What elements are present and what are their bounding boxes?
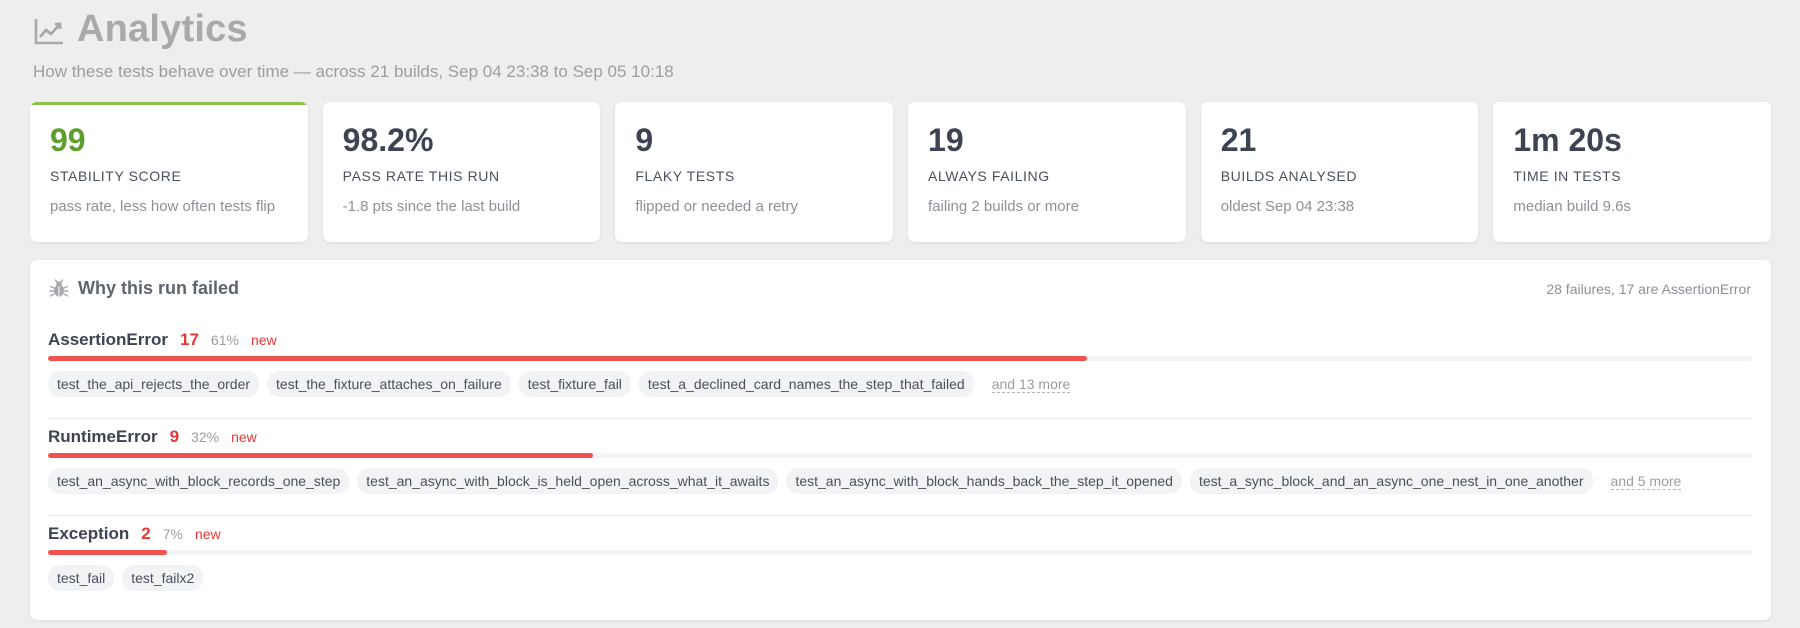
stat-card-builds-analysed: 21 BUILDS ANALYSED oldest Sep 04 23:38 [1200,102,1479,242]
stat-card-pass-rate: 98.2% PASS RATE THIS RUN -1.8 pts since … [322,102,601,242]
stat-value: 21 [1220,122,1257,158]
error-type: RuntimeError [48,427,158,446]
stat-value: 9 [635,122,654,158]
failure-group-runtimeerror: RuntimeError 9 32% new test_an_async_wit… [48,418,1752,516]
error-type: Exception [48,524,130,543]
failure-group-assertionerror: AssertionError 17 61% new test_the_api_r… [48,322,1752,419]
share-bar-track [48,550,1752,555]
page-header: Analytics How these tests behave over ti… [33,6,674,82]
test-chip[interactable]: test_fixture_fail [518,371,631,397]
new-badge: new [194,526,221,542]
stat-value: 99 [50,122,86,158]
failure-group-header: AssertionError 17 61% new [48,322,1752,354]
failures-title-wrap: Why this run failed [49,278,239,299]
stat-label: BUILDS ANALYSED [1220,168,1358,184]
failure-group-header: RuntimeError 9 32% new [48,419,1752,451]
test-chip[interactable]: test_the_fixture_attaches_on_failure [267,371,511,397]
failures-title: Why this run failed [78,278,240,298]
title-row: Analytics [33,6,674,52]
test-chip[interactable]: test_failx2 [122,565,204,591]
test-chip[interactable]: test_an_async_with_block_records_one_ste… [48,468,350,494]
test-chip[interactable]: test_an_async_with_block_is_held_open_ac… [357,468,779,494]
failure-group-header: Exception 2 7% new [48,516,1752,548]
error-percent: 7% [162,526,183,542]
share-bar-fill [48,453,594,458]
stat-description: failing 2 builds or more [928,198,1079,215]
stat-label: ALWAYS FAILING [928,168,1050,184]
new-badge: new [231,429,257,445]
stat-label: TIME IN TESTS [1513,168,1622,184]
failures-panel: Why this run failed 28 failures, 17 are … [30,260,1771,620]
stat-card-time-in-tests: 1m 20s TIME IN TESTS median build 9.6s [1493,102,1772,242]
error-count: 9 [169,427,180,446]
test-chips: test_an_async_with_block_records_one_ste… [48,468,1752,494]
stat-card-flaky-tests: 9 FLAKY TESTS flipped or needed a retry [615,102,894,242]
stat-card-stability-score: 99 STABILITY SCORE pass rate, less how o… [30,102,308,242]
new-badge: new [250,332,277,348]
share-bar-track [48,356,1752,361]
test-chip[interactable]: test_fail [48,565,115,591]
stat-value: 19 [928,122,964,158]
share-bar-track [48,453,1752,458]
failures-panel-header: Why this run failed 28 failures, 17 are … [49,278,1751,299]
page-title: Analytics [77,7,248,50]
stat-label: STABILITY SCORE [50,168,182,184]
test-chip[interactable]: test_an_async_with_block_hands_back_the_… [786,468,1182,494]
stat-description: flipped or needed a retry [635,198,798,215]
stat-label: FLAKY TESTS [635,168,735,184]
failure-groups: AssertionError 17 61% new test_the_api_r… [48,322,1752,613]
stat-description: median build 9.6s [1513,198,1631,215]
error-count: 2 [141,524,151,543]
bug-icon [49,278,69,297]
share-bar-fill [48,550,168,555]
stat-description: oldest Sep 04 23:38 [1220,198,1355,215]
failure-group-exception: Exception 2 7% new test_fail test_failx2 [48,515,1752,613]
stat-description: pass rate, less how often tests flip [50,198,276,215]
test-chip[interactable]: test_a_declined_card_names_the_step_that… [638,371,974,397]
error-count: 17 [179,330,199,349]
test-chips: test_fail test_failx2 [48,565,1752,591]
show-more-link[interactable]: and 5 more [1610,473,1682,490]
stat-value: 98.2% [342,122,434,158]
stat-value: 1m 20s [1513,122,1622,158]
stat-description: -1.8 pts since the last build [342,198,521,215]
error-percent: 61% [210,332,239,348]
test-chips: test_the_api_rejects_the_order test_the_… [48,371,1752,397]
test-chip[interactable]: test_a_sync_block_and_an_async_one_nest_… [1189,468,1593,494]
stat-cards: 99 STABILITY SCORE pass rate, less how o… [30,102,1772,242]
test-chip[interactable]: test_the_api_rejects_the_order [48,371,260,397]
error-type: AssertionError [48,330,168,349]
failures-summary: 28 failures, 17 are AssertionError [1546,280,1751,297]
page-subtitle: How these tests behave over time — acros… [33,62,674,81]
stat-label: PASS RATE THIS RUN [342,168,500,184]
stat-card-always-failing: 19 ALWAYS FAILING failing 2 builds or mo… [908,102,1186,242]
share-bar-fill [48,356,1088,361]
show-more-link[interactable]: and 13 more [991,376,1071,393]
trend-chart-icon [34,19,63,45]
error-percent: 32% [191,429,220,445]
